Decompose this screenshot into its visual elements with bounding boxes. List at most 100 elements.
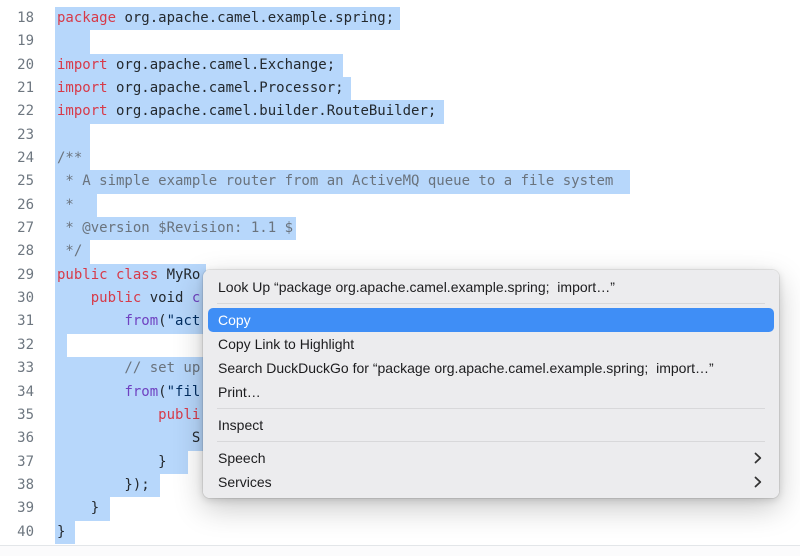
line-number: 37 — [0, 451, 34, 474]
code-token: */ — [57, 243, 82, 259]
code-token: public — [91, 290, 142, 306]
selection-highlight — [55, 30, 90, 53]
code-token: from — [124, 313, 158, 329]
code-text: } — [57, 497, 99, 520]
code-text: S — [57, 427, 200, 450]
code-token: org.apache.camel.Exchange; — [108, 57, 336, 73]
code-line-24: 24 /** — [0, 147, 800, 170]
selection-highlight — [55, 334, 67, 357]
menu-item-speech[interactable]: Speech — [208, 446, 774, 470]
menu-separator — [217, 441, 765, 442]
code-token: import — [57, 80, 108, 96]
code-token: } — [57, 524, 65, 540]
menu-separator — [217, 408, 765, 409]
code-token: ( — [158, 384, 166, 400]
code-text: /** — [57, 147, 82, 170]
code-token — [57, 407, 158, 423]
code-token: public class — [57, 267, 158, 283]
code-token: org.apache.camel.example.spring; — [116, 10, 394, 26]
line-number: 40 — [0, 521, 34, 544]
code-line-28: 28 */ — [0, 240, 800, 263]
code-token: import — [57, 103, 108, 119]
code-token: publi — [158, 407, 200, 423]
code-text: * @version $Revision: 1.1 $ — [57, 217, 293, 240]
code-token: c — [192, 290, 200, 306]
line-number: 29 — [0, 264, 34, 287]
menu-item-label: Copy Link to Highlight — [218, 336, 354, 352]
menu-item-label: Speech — [218, 450, 265, 466]
code-text: import org.apache.camel.Exchange; — [57, 54, 335, 77]
menu-item-services[interactable]: Services — [208, 470, 774, 494]
code-text: */ — [57, 240, 82, 263]
code-line-21: 21 import org.apache.camel.Processor; — [0, 77, 800, 100]
code-token: from — [124, 384, 158, 400]
code-line-27: 27 * @version $Revision: 1.1 $ — [0, 217, 800, 240]
line-number: 35 — [0, 404, 34, 427]
menu-item-copy[interactable]: Copy — [208, 308, 774, 332]
code-token: * A simple example router from an Active… — [57, 173, 613, 189]
line-number: 28 — [0, 240, 34, 263]
menu-item-look-up[interactable]: Look Up “package org.apache.camel.exampl… — [208, 275, 774, 299]
line-number: 18 — [0, 7, 34, 30]
code-token — [57, 290, 91, 306]
submenu-chevron-icon — [754, 476, 762, 488]
line-number: 24 — [0, 147, 34, 170]
line-number: 19 — [0, 30, 34, 53]
code-token: } — [57, 454, 167, 470]
menu-item-copy-link-to-highlight[interactable]: Copy Link to Highlight — [208, 332, 774, 356]
menu-item-label: Copy — [218, 312, 251, 328]
code-token: } — [57, 500, 99, 516]
code-token: // set up — [57, 360, 200, 376]
code-text: from("fil — [57, 381, 200, 404]
menu-item-search-duckduckgo[interactable]: Search DuckDuckGo for “package org.apach… — [208, 356, 774, 380]
selection-highlight — [55, 124, 90, 147]
menu-separator — [217, 303, 765, 304]
code-token: /** — [57, 150, 82, 166]
context-menu: Look Up “package org.apache.camel.exampl… — [203, 270, 779, 498]
code-token: "act — [167, 313, 201, 329]
code-token: import — [57, 57, 108, 73]
line-number: 25 — [0, 170, 34, 193]
submenu-chevron-icon — [754, 452, 762, 464]
code-text: } — [57, 521, 65, 544]
code-text: // set up — [57, 357, 200, 380]
code-token: * @version $Revision: 1.1 $ — [57, 220, 293, 236]
code-token: void — [141, 290, 192, 306]
menu-item-label: Services — [218, 474, 272, 490]
code-text: public void c — [57, 287, 200, 310]
line-number: 31 — [0, 310, 34, 333]
code-text: public class MyRo — [57, 264, 200, 287]
code-viewer-page: 18 package org.apache.camel.example.sprin… — [0, 0, 800, 556]
code-line-22: 22 import org.apache.camel.builder.RouteB… — [0, 100, 800, 123]
code-token: MyRo — [158, 267, 200, 283]
code-text: import org.apache.camel.builder.RouteBui… — [57, 100, 436, 123]
code-line-40: 40} — [0, 521, 800, 544]
code-token: ( — [158, 313, 166, 329]
code-token: package — [57, 10, 116, 26]
code-text: * A simple example router from an Active… — [57, 170, 613, 193]
line-number: 34 — [0, 381, 34, 404]
line-number: 27 — [0, 217, 34, 240]
line-number: 38 — [0, 474, 34, 497]
code-text: publi — [57, 404, 200, 427]
line-number: 26 — [0, 194, 34, 217]
code-token: "fil — [167, 384, 201, 400]
code-token: }); — [57, 477, 150, 493]
line-number: 33 — [0, 357, 34, 380]
menu-item-label: Search DuckDuckGo for “package org.apach… — [218, 360, 714, 376]
code-token — [57, 313, 124, 329]
code-line-20: 20import org.apache.camel.Exchange; — [0, 54, 800, 77]
code-text: * — [57, 194, 74, 217]
code-line-19: 19 — [0, 30, 800, 53]
line-number: 36 — [0, 427, 34, 450]
line-number: 22 — [0, 100, 34, 123]
code-text: package org.apache.camel.example.spring; — [57, 7, 394, 30]
code-line-39: 39 } — [0, 497, 800, 520]
code-token: org.apache.camel.Processor; — [108, 80, 344, 96]
line-number: 23 — [0, 124, 34, 147]
line-number: 21 — [0, 77, 34, 100]
menu-item-inspect[interactable]: Inspect — [208, 413, 774, 437]
code-token: org.apache.camel.builder.RouteBuilder; — [108, 103, 437, 119]
line-number: 39 — [0, 497, 34, 520]
menu-item-print[interactable]: Print… — [208, 380, 774, 404]
